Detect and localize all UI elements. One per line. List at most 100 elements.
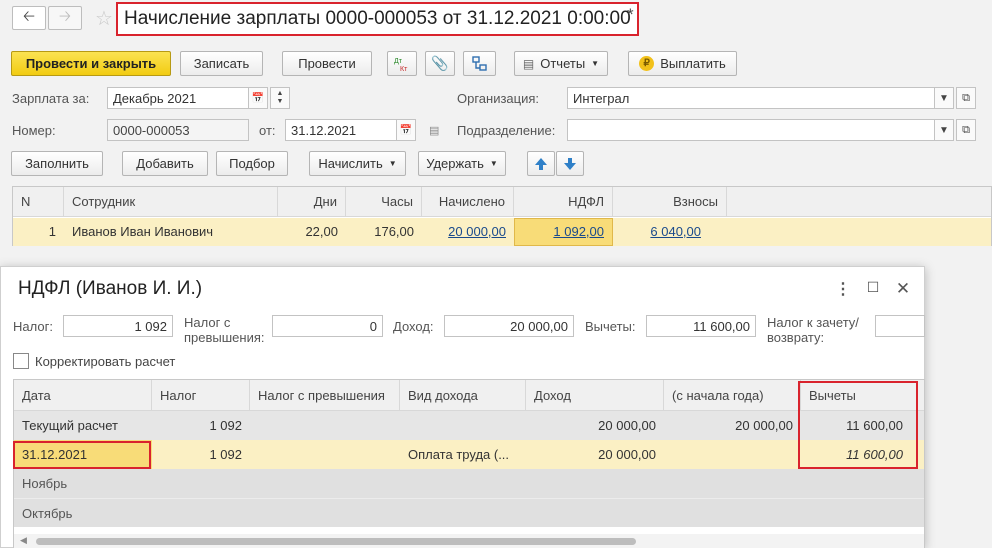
report-icon: ▤	[522, 56, 535, 71]
column-header-date[interactable]: Дата	[14, 380, 152, 411]
division-field[interactable]	[567, 119, 935, 141]
pay-button[interactable]: ₽ Выплатить	[628, 51, 737, 76]
cell-tax: 1 092	[209, 418, 242, 433]
history-icon[interactable]: ▤	[429, 124, 439, 137]
save-button[interactable]: Записать	[180, 51, 263, 76]
withhold-button[interactable]: Удержать ▼	[418, 151, 506, 176]
offset-label-line1: Налог к зачету/	[767, 315, 859, 330]
column-header-n[interactable]: N	[13, 187, 64, 217]
cell-contributions-link[interactable]: 6 040,00	[613, 218, 709, 246]
cell-date: Ноябрь	[22, 476, 68, 491]
open-icon[interactable]: ⧉	[956, 87, 976, 109]
column-header-contributions[interactable]: Взносы	[613, 187, 727, 217]
open-icon[interactable]: ⧉	[956, 119, 976, 141]
cell-deductions[interactable]: 11 600,00	[801, 440, 911, 469]
more-icon[interactable]: ⋮	[833, 279, 853, 299]
move-up-button[interactable]	[527, 151, 555, 176]
column-header-ndfl[interactable]: НДФЛ	[514, 187, 613, 217]
tax-field[interactable]: 1 092	[63, 315, 173, 337]
column-header-deductions[interactable]: Вычеты	[801, 380, 924, 411]
scroll-left-icon[interactable]: ◀	[20, 535, 27, 546]
correct-calc-label[interactable]: Корректировать расчет	[35, 354, 175, 369]
post-and-close-button[interactable]: Провести и закрыть	[11, 51, 171, 76]
table-row[interactable]: Октябрь	[14, 498, 924, 527]
cell-days[interactable]: 22,00	[278, 218, 346, 246]
add-button[interactable]: Добавить	[122, 151, 208, 176]
accrue-label: Начислить	[318, 156, 383, 171]
table-row[interactable]: Текущий расчет 1 092 20 000,00 20 000,00…	[14, 411, 924, 440]
number-label: Номер:	[12, 123, 56, 138]
ndfl-table: Дата Налог Налог с превышения Вид дохода…	[13, 379, 925, 548]
maximize-icon[interactable]: ☐	[863, 279, 883, 296]
arrow-up-icon	[535, 157, 547, 170]
cell-accrued-link[interactable]: 20 000,00	[422, 218, 514, 246]
cell-tax[interactable]: 1 092	[152, 440, 250, 469]
svg-text:Кт: Кт	[400, 66, 408, 73]
post-button[interactable]: Провести	[282, 51, 372, 76]
cell-income-type[interactable]: Оплата труда (...	[400, 440, 526, 469]
column-header-excess[interactable]: Налог с превышения	[250, 380, 400, 411]
deductions-field[interactable]: 11 600,00	[646, 315, 756, 337]
cell-date[interactable]: 31.12.2021	[14, 440, 152, 469]
correct-calc-checkbox[interactable]	[13, 353, 29, 369]
column-header-days[interactable]: Дни	[278, 187, 346, 217]
table-row[interactable]: 31.12.2021 1 092 Оплата труда (... 20 00…	[14, 440, 924, 469]
date-label: от:	[259, 123, 276, 138]
column-header-employee[interactable]: Сотрудник	[64, 187, 278, 217]
horizontal-scrollbar[interactable]: ◀	[14, 534, 924, 548]
back-button[interactable]: 🡠	[12, 6, 46, 30]
cell-income-type	[400, 411, 526, 440]
column-header-tax[interactable]: Налог	[152, 380, 250, 411]
tax-label: Налог:	[13, 319, 53, 334]
spinner-button[interactable]: ▲ ▼	[270, 87, 290, 109]
date-field[interactable]: 31.12.2021	[285, 119, 397, 141]
cell-hours[interactable]: 176,00	[346, 218, 422, 246]
column-header-income[interactable]: Доход	[526, 380, 664, 411]
column-header-ytd[interactable]: (с начала года)	[664, 380, 801, 411]
cell-income: 20 000,00	[598, 418, 656, 433]
cell-n: 1	[48, 224, 56, 239]
excess-tax-field[interactable]: 0	[272, 315, 383, 337]
income-field[interactable]: 20 000,00	[444, 315, 574, 337]
cell-excess[interactable]	[250, 440, 400, 469]
table-row[interactable]: 1 Иванов Иван Иванович 22,00 176,00 20 0…	[13, 218, 991, 246]
forward-button[interactable]: 🡢	[48, 6, 82, 30]
close-icon[interactable]: ✕	[893, 279, 913, 299]
ndfl-dialog: НДФЛ (Иванов И. И.) ⋮ ☐ ✕ Налог: 1 092 Н…	[0, 266, 925, 548]
fill-button[interactable]: Заполнить	[11, 151, 103, 176]
chevron-down-icon[interactable]: ▼	[934, 119, 954, 141]
organization-field[interactable]: Интеграл	[567, 87, 935, 109]
income-label: Доход:	[393, 319, 434, 334]
pay-label: Выплатить	[660, 56, 726, 71]
salary-for-field[interactable]: Декабрь 2021	[107, 87, 249, 109]
calendar-icon[interactable]: 📅	[248, 87, 268, 109]
scroll-thumb[interactable]	[36, 538, 636, 545]
table-row[interactable]: Ноябрь	[14, 469, 924, 498]
star-icon[interactable]: ☆	[95, 6, 113, 31]
reports-button[interactable]: ▤ Отчеты ▼	[514, 51, 608, 76]
structure-button[interactable]	[463, 51, 496, 76]
organization-label: Организация:	[457, 91, 540, 106]
paperclip-icon: 📎	[431, 55, 449, 71]
dt-kt-button[interactable]: Дт Кт	[387, 51, 417, 76]
svg-text:Дт: Дт	[394, 58, 403, 65]
cell-income[interactable]: 20 000,00	[526, 440, 664, 469]
attach-button[interactable]: 📎	[425, 51, 455, 76]
cell-ytd[interactable]	[664, 440, 801, 469]
pick-button[interactable]: Подбор	[216, 151, 288, 176]
offset-label-line2: возврату:	[767, 330, 825, 345]
cell-ndfl-link[interactable]: 1 092,00	[514, 218, 613, 246]
column-header-hours[interactable]: Часы	[346, 187, 422, 217]
column-header-income-type[interactable]: Вид дохода	[400, 380, 526, 411]
cell-date: Текущий расчет	[22, 418, 118, 433]
chevron-down-icon[interactable]: ▼	[934, 87, 954, 109]
calendar-icon[interactable]: 📅	[396, 119, 416, 141]
move-down-button[interactable]	[556, 151, 584, 176]
table-header: N Сотрудник Дни Часы Начислено НДФЛ Взно…	[13, 187, 991, 217]
column-header-accrued[interactable]: Начислено	[422, 187, 514, 217]
number-field[interactable]: 0000-000053	[107, 119, 249, 141]
accrue-button[interactable]: Начислить ▼	[309, 151, 406, 176]
offset-field[interactable]	[875, 315, 925, 337]
chevron-down-icon: ▼	[388, 159, 397, 168]
cell-employee[interactable]: Иванов Иван Иванович	[64, 218, 278, 246]
